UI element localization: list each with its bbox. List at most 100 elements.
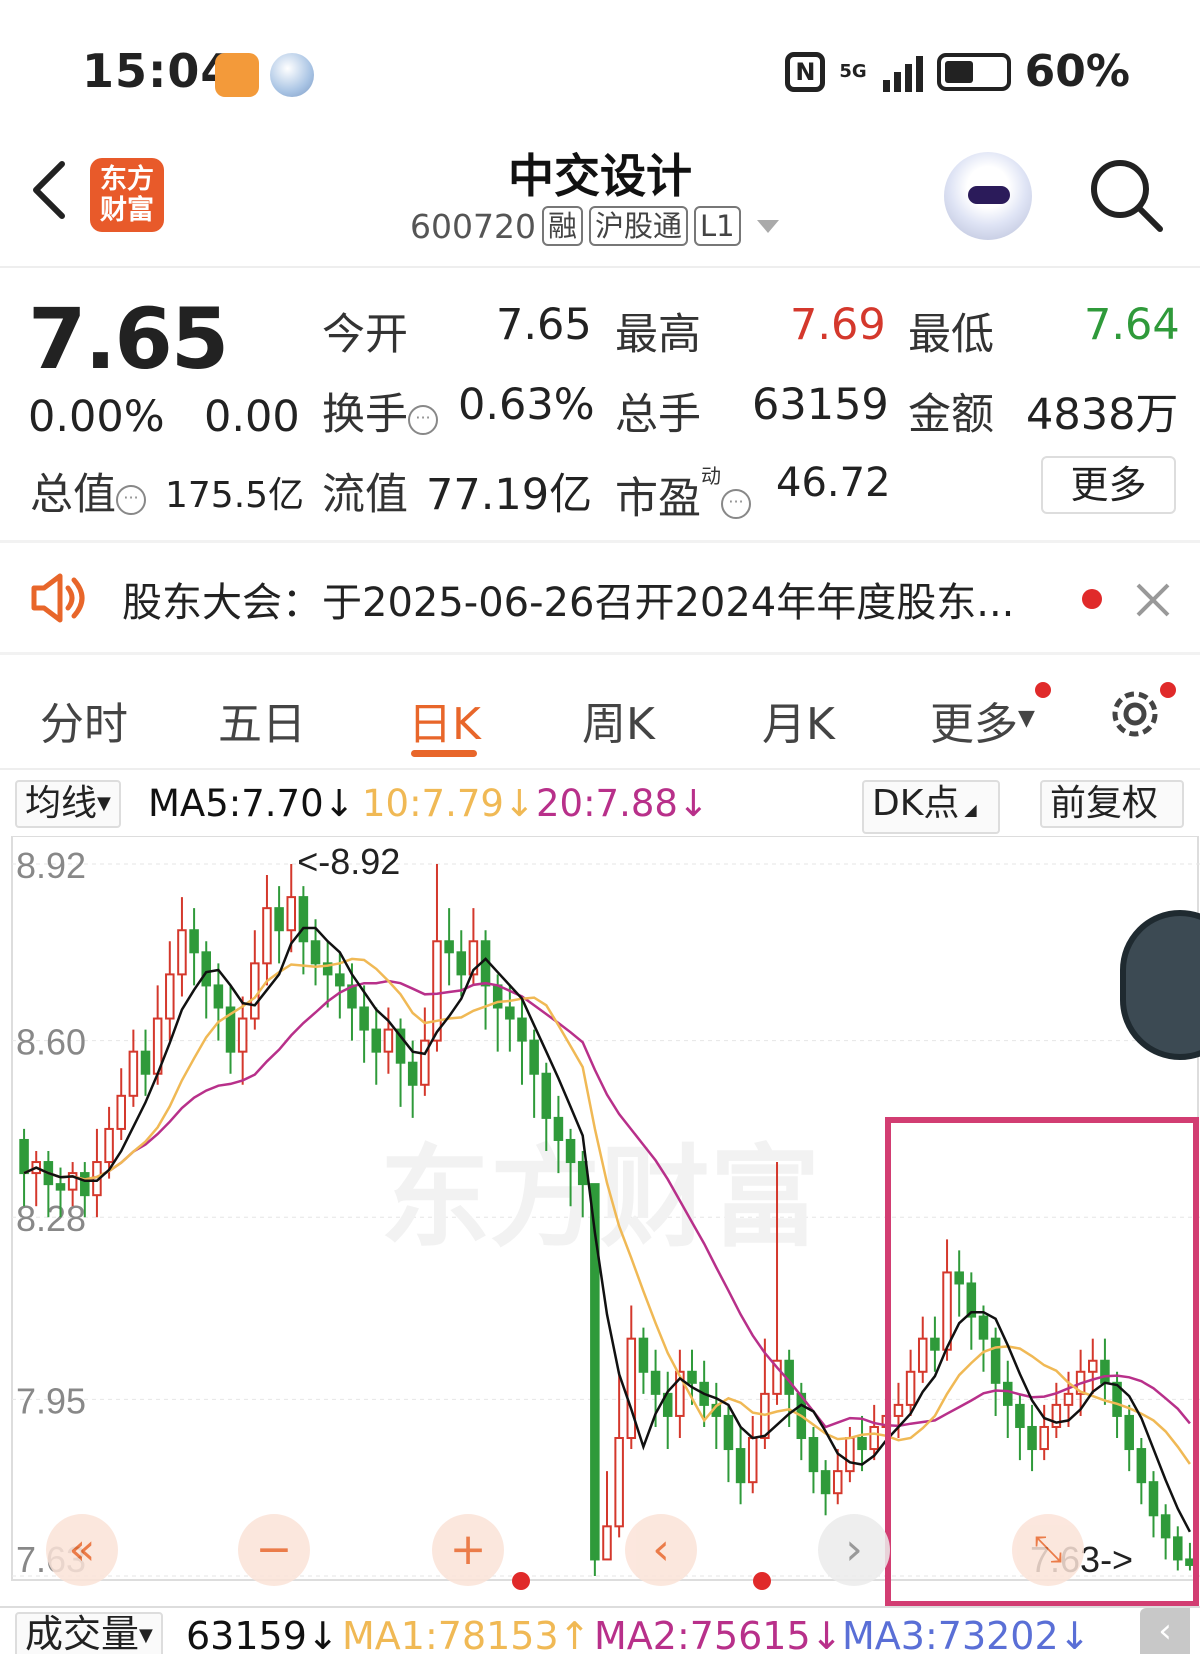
- volume-value: 63159: [752, 380, 889, 430]
- candle-body: [747, 1437, 758, 1484]
- candle-body: [444, 940, 454, 954]
- candle-body: [687, 1370, 697, 1384]
- open-value: 7.65: [496, 300, 592, 350]
- divider: [0, 1606, 1200, 1608]
- adjust-button[interactable]: 前复权: [1040, 780, 1184, 828]
- tag-hk-connect: 沪股通: [589, 206, 689, 246]
- vol-ma2: MA2:75615↓: [594, 1614, 843, 1654]
- candle-body: [371, 1028, 382, 1053]
- candle-body: [1124, 1414, 1134, 1451]
- active-tab-indicator: [411, 750, 477, 757]
- dk-label: DK点: [872, 783, 960, 824]
- tab-intraday[interactable]: 分时: [40, 688, 128, 752]
- candle-body: [359, 1006, 369, 1031]
- change-amount: 0.00: [204, 392, 300, 442]
- fullscreen-button[interactable]: ⤡: [1012, 1514, 1084, 1586]
- robot-visor: [968, 186, 1010, 204]
- chevron-down-icon[interactable]: [756, 219, 779, 233]
- candle-body: [432, 940, 442, 1042]
- turnover-label[interactable]: 换手 ···: [322, 380, 438, 442]
- search-icon[interactable]: [1086, 155, 1166, 235]
- zoom-out-button[interactable]: −: [238, 1514, 310, 1586]
- candle-body: [930, 1337, 940, 1351]
- high-value: 7.69: [790, 300, 886, 350]
- turnover-value: 0.63%: [458, 380, 595, 430]
- ma-selector-label: 均线: [25, 783, 98, 824]
- notice-text[interactable]: 股东大会：于2025-06-26召开2024年年度股东...: [122, 570, 1014, 628]
- event-dot[interactable]: [753, 1572, 771, 1590]
- close-icon[interactable]: [1128, 575, 1178, 625]
- candle-body: [1002, 1381, 1013, 1406]
- candle-body: [286, 896, 297, 932]
- gear-icon[interactable]: [1104, 683, 1166, 745]
- float-label: 流值: [322, 470, 408, 520]
- scroll-left-button[interactable]: ‹: [625, 1514, 697, 1586]
- candle-body: [1039, 1425, 1049, 1451]
- low-label: 最低: [908, 310, 994, 360]
- mktcap-label[interactable]: 总值 ···: [30, 460, 146, 522]
- candle-body: [383, 1028, 394, 1053]
- candle-body: [893, 1403, 904, 1417]
- candle-body: [845, 1437, 855, 1473]
- pe-superscript: 动: [701, 464, 721, 488]
- event-dot[interactable]: [512, 1572, 530, 1590]
- dk-point-button[interactable]: DK点 ◢: [862, 780, 1000, 834]
- zoom-in-button[interactable]: +: [432, 1514, 504, 1586]
- signal-icon: [882, 52, 923, 92]
- max-price-label: <-8.92: [297, 841, 400, 882]
- candle-body: [602, 1525, 612, 1561]
- candle-body: [626, 1337, 637, 1440]
- y-tick-label: 7.95: [16, 1380, 86, 1421]
- speaker-icon: [31, 573, 85, 623]
- tab-five-day[interactable]: 五日: [218, 688, 306, 752]
- stock-subtitle[interactable]: 600720 融 沪股通 L1: [410, 206, 779, 246]
- candle-body: [19, 1138, 29, 1175]
- tab-monthly-k[interactable]: 月K: [762, 688, 835, 752]
- vol-ma1: MA1:78153↑: [342, 1614, 591, 1654]
- candle-body: [735, 1448, 746, 1484]
- pe-value: 46.72: [776, 460, 891, 506]
- candle-body: [1185, 1558, 1195, 1566]
- battery-icon: [936, 52, 1011, 91]
- candle-body: [213, 984, 224, 1009]
- more-button[interactable]: 更多: [1041, 456, 1176, 514]
- collapse-left-icon[interactable]: ‹: [1140, 1608, 1190, 1654]
- pe-label-text: 市盈: [615, 474, 701, 524]
- y-tick-label: 8.92: [16, 845, 86, 886]
- low-value: 7.64: [1084, 300, 1180, 350]
- candle-body: [1027, 1425, 1037, 1451]
- indicator-selector[interactable]: 成交量▼: [15, 1612, 163, 1654]
- open-label: 今开: [322, 310, 408, 360]
- candle-body: [978, 1315, 989, 1340]
- status-right: N 5G 60%: [785, 46, 1130, 97]
- volume-label: 总手: [615, 390, 701, 440]
- candle-body: [917, 1337, 928, 1373]
- pe-label[interactable]: 市盈动···: [615, 460, 751, 526]
- candle-body: [808, 1437, 819, 1473]
- info-icon: ···: [408, 405, 438, 435]
- candle-body: [128, 1050, 139, 1097]
- tab-weekly-k[interactable]: 周K: [582, 688, 655, 752]
- divider: [0, 652, 1200, 655]
- gear-badge: [1160, 682, 1176, 698]
- candle-body: [310, 940, 321, 965]
- y-tick-label: 8.60: [16, 1022, 86, 1063]
- jump-start-button[interactable]: «: [46, 1514, 118, 1586]
- candle-body: [505, 1006, 515, 1020]
- candle-body: [335, 973, 345, 987]
- tab-daily-k[interactable]: 日K: [408, 688, 481, 752]
- kline-chart[interactable]: 8.928.608.287.957.63东方财富<-8.927.63->: [0, 836, 1200, 1606]
- candle-body: [104, 1127, 114, 1164]
- candle-body: [857, 1437, 867, 1451]
- candle-body: [1100, 1359, 1110, 1384]
- candle-body: [905, 1370, 916, 1406]
- candle-body: [565, 1138, 576, 1164]
- candle-body: [1015, 1403, 1025, 1428]
- scroll-right-button[interactable]: ›: [818, 1514, 890, 1586]
- network-label: 5G: [839, 60, 867, 82]
- tab-more[interactable]: 更多▼: [930, 688, 1035, 752]
- app-notification-icon: [215, 53, 259, 97]
- candle-body: [529, 1039, 539, 1075]
- candle-body: [116, 1094, 126, 1130]
- ma-selector[interactable]: 均线▼: [15, 780, 121, 828]
